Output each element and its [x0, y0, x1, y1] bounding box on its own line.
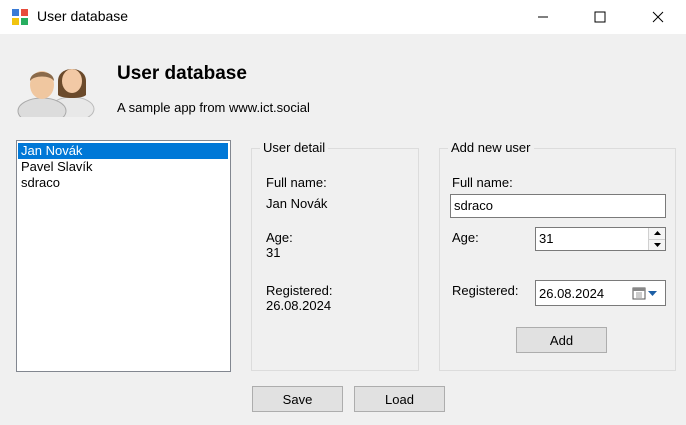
header-subtitle: A sample app from www.ict.social [117, 100, 310, 115]
add-user-legend: Add new user [448, 140, 534, 155]
age-stepper[interactable]: 31 [535, 227, 666, 251]
detail-registered-value: 26.08.2024 [266, 298, 332, 313]
chevron-down-icon [648, 290, 657, 296]
detail-age-label: Age: [266, 230, 293, 245]
add-age-label: Age: [452, 230, 479, 245]
users-icon [14, 55, 98, 125]
add-user-group: Add new user Full name: sdraco Age: 31 R… [439, 140, 676, 371]
list-item[interactable]: sdraco [18, 175, 228, 191]
maximize-icon [594, 11, 606, 23]
user-detail-group: User detail Full name: Jan Novák Age: 31… [251, 140, 419, 371]
minimize-button[interactable] [520, 0, 566, 34]
list-item[interactable]: Jan Novák [18, 143, 228, 159]
add-registered-label: Registered: [452, 283, 519, 298]
maximize-button[interactable] [577, 0, 623, 34]
load-button[interactable]: Load [354, 386, 445, 412]
window-title: User database [37, 8, 129, 24]
close-button[interactable] [635, 0, 681, 34]
app-icon [11, 8, 29, 26]
save-button[interactable]: Save [252, 386, 343, 412]
user-listbox[interactable]: Jan Novák Pavel Slavík sdraco [16, 140, 231, 372]
spin-down-icon[interactable] [649, 239, 665, 250]
add-fullname-label: Full name: [452, 175, 513, 190]
title-bar: User database [0, 0, 686, 34]
spin-up-icon[interactable] [649, 228, 665, 240]
registered-datepicker[interactable]: 26.08.2024 [535, 280, 666, 306]
detail-fullname-label: Full name: [266, 175, 327, 190]
fullname-input[interactable]: sdraco [450, 194, 666, 218]
calendar-icon [632, 287, 646, 300]
close-icon [652, 11, 664, 23]
detail-age-value: 31 [266, 245, 281, 260]
app-window: User database User database A sample app… [0, 0, 686, 425]
list-item[interactable]: Pavel Slavík [18, 159, 228, 175]
detail-registered-label: Registered: [266, 283, 333, 298]
detail-fullname-value: Jan Novák [266, 196, 328, 211]
user-detail-legend: User detail [260, 140, 329, 155]
calendar-dropdown-button[interactable] [632, 285, 662, 301]
spin-buttons[interactable] [648, 228, 665, 250]
minimize-icon [538, 16, 548, 18]
header-title: User database [117, 63, 247, 84]
age-value: 31 [539, 231, 554, 246]
add-button[interactable]: Add [516, 327, 607, 353]
registered-date-value: 26.08.2024 [539, 286, 605, 301]
